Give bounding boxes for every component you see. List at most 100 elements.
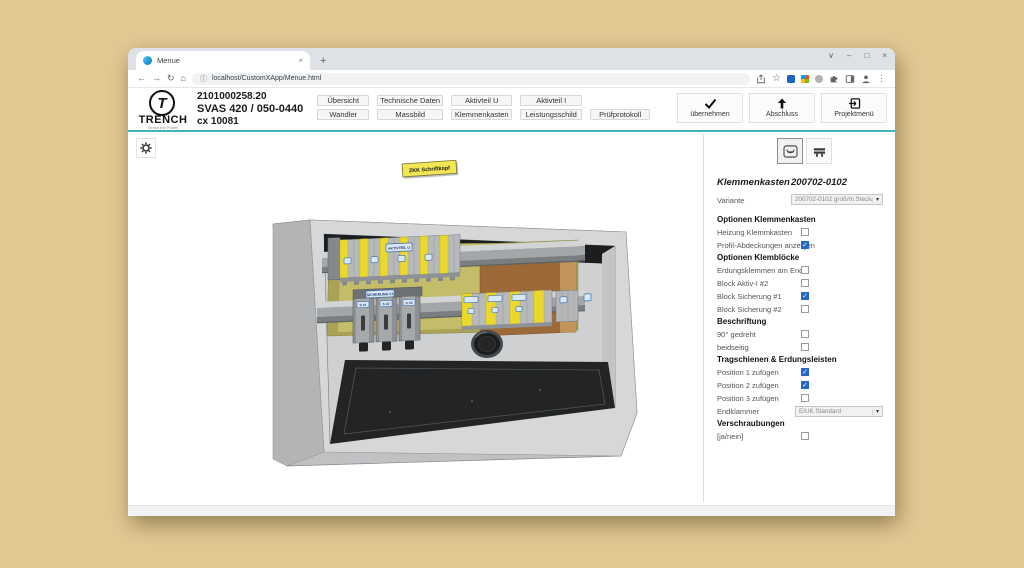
checkbox-position-3-zufügen[interactable] <box>801 394 809 402</box>
option-row-profil-abdeckungen-anzeigen: Profil-Abdeckungen anzeigen✓ <box>717 239 894 252</box>
option-row-position-2-zufügen: Position 2 zufügen ✓ <box>717 379 894 392</box>
chevron-down-icon: ▾ <box>872 197 879 203</box>
extensions-puzzle-icon[interactable] <box>829 74 839 84</box>
section-header-tragschienen-erdungsleisten: Tragschienen & Erdungsleisten <box>717 354 894 366</box>
action-label: übernehmen <box>690 111 729 118</box>
forward-icon[interactable]: → <box>152 74 161 83</box>
nav-button-prüfprotokoll[interactable]: Prüfprotokoll <box>590 109 650 120</box>
option-label: Position 1 zufügen <box>717 368 779 377</box>
header-divider <box>128 130 895 132</box>
option-label: 90° gedreht <box>717 330 756 339</box>
option-row-erdungsklemmen-am-ende: Erdungsklemmen am Ende <box>717 264 894 277</box>
checkbox-block-aktiv-i-#2[interactable] <box>801 279 809 287</box>
abschluss-button[interactable]: Abschluss <box>749 93 815 123</box>
nav-button-technische-daten[interactable]: Technische Daten <box>377 95 443 106</box>
option-label: Block Aktiv-I #2 <box>717 279 768 288</box>
browser-menu-icon[interactable]: ⋮ <box>877 73 886 84</box>
checkbox-block-sicherung-#1[interactable]: ✓ <box>801 292 809 300</box>
cable-grommet <box>473 332 502 357</box>
sidebar-title: Klemmenkasten <box>717 177 791 188</box>
home-icon[interactable]: ⌂ <box>181 74 186 83</box>
section-header-beschriftung: Beschriftung <box>717 316 894 328</box>
settings-button[interactable] <box>136 138 156 158</box>
option-row-beidseitig: beidseitig <box>717 341 894 354</box>
checkbox-ja-nein[interactable] <box>801 432 809 440</box>
variante-dropdown[interactable]: 200702-0102 groß/m.Steck/1xIP54 ▾ <box>791 194 883 205</box>
browser-window: Menue × + ∨ – □ × ← → ↻ ⌂ ⓘ localhost/Cu… <box>128 48 895 516</box>
terminal-view-button[interactable] <box>806 138 832 164</box>
checkbox-erdungsklemmen-am-ende[interactable] <box>801 266 809 274</box>
horizontal-scrollbar[interactable] <box>128 505 895 516</box>
window-maximize-icon[interactable]: □ <box>864 51 869 60</box>
share-icon[interactable] <box>756 74 766 84</box>
option-row-block-sicherung-#2: Block Sicherung #2 <box>717 303 894 316</box>
sidebar-panel-icon[interactable] <box>845 74 855 84</box>
nav-button-übersicht[interactable]: Übersicht <box>317 95 369 106</box>
option-row-block-sicherung-#1: Block Sicherung #1 ✓ <box>717 290 894 303</box>
option-label: Block Sicherung #1 <box>717 292 782 301</box>
browser-tab[interactable]: Menue × <box>136 51 310 70</box>
sidebar-code: 200702-0102 <box>791 177 847 188</box>
checkbox-90-gedreht[interactable] <box>801 330 809 338</box>
site-info-icon[interactable]: ⓘ <box>200 74 207 84</box>
options-sidebar: Klemmenkasten 200702-0102 Variante 20070… <box>704 134 894 504</box>
bookmark-star-icon[interactable]: ☆ <box>772 74 781 84</box>
window-minimize-icon[interactable]: – <box>847 51 851 60</box>
nav-button-wandler[interactable]: Wandler <box>317 109 369 120</box>
terminal-blocks-icon <box>812 145 827 158</box>
extension-circle-icon[interactable] <box>815 75 823 83</box>
sidebar-options: Optionen KlemmenkastenHeizung Klemmkaste… <box>717 214 894 443</box>
action-label: Projektmenü <box>834 111 873 118</box>
nav-button-massbild[interactable]: Massbild <box>377 109 443 120</box>
nav-button-aktivteil-i[interactable]: Aktivteil I <box>520 95 582 106</box>
reload-icon[interactable]: ↻ <box>167 74 175 83</box>
option-label: beidseitig <box>717 343 749 352</box>
checkbox-position-1-zufügen[interactable]: ✓ <box>801 368 809 376</box>
option-row-position-1-zufügen: Position 1 zufügen ✓ <box>717 366 894 379</box>
window-chevron-icon[interactable]: ∨ <box>828 51 834 60</box>
app-header: T TRENCH Sense the Power 2101000258.20 S… <box>128 88 895 130</box>
option-row-90-gedreht: 90° gedreht <box>717 328 894 341</box>
option-label: Position 3 zufügen <box>717 394 779 403</box>
nav-button-aktivteil-u[interactable]: Aktivteil U <box>451 95 512 106</box>
checkbox-beidseitig[interactable] <box>801 343 809 351</box>
enclosure-view-button[interactable] <box>777 138 803 164</box>
option-label: Position 2 zufügen <box>717 381 779 390</box>
enclosure-view-icon <box>783 145 798 158</box>
option-row-block-aktiv-i-#2: Block Aktiv-I #2 <box>717 277 894 290</box>
option-label: Erdungsklemmen am Ende <box>717 266 807 275</box>
fuse-label: S #3 <box>406 301 413 305</box>
checkbox-heizung-klemmkasten[interactable] <box>801 228 809 236</box>
address-bar[interactable]: ⓘ localhost/CustomXApp/Menue.html <box>192 73 750 85</box>
product-cx: cx 10081 <box>197 117 303 127</box>
option-label: Heizung Klemmkasten <box>717 228 792 237</box>
end-clip <box>584 294 591 301</box>
uebernehmen-button[interactable]: übernehmen <box>677 93 743 123</box>
check-icon <box>704 98 717 109</box>
nav-button-leistungsschild[interactable]: Leistungsschild <box>520 109 582 120</box>
fuse-label: S #2 <box>383 302 390 306</box>
tab-strip: Menue × + ∨ – □ × <box>128 48 895 70</box>
projektmenu-button[interactable]: Projektmenü <box>821 93 887 123</box>
option-row-ja-nein: [ja/nein] <box>717 430 894 443</box>
app-page: T TRENCH Sense the Power 2101000258.20 S… <box>128 88 895 516</box>
profile-avatar-icon[interactable] <box>861 74 871 84</box>
option-row-position-3-zufügen: Position 3 zufügen <box>717 392 894 405</box>
extension-badge-icon[interactable] <box>787 75 795 83</box>
nav-button-klemmenkasten[interactable]: Klemmenkasten <box>451 109 512 120</box>
back-icon[interactable]: ← <box>137 74 146 83</box>
windows-extension-icon[interactable] <box>801 75 809 83</box>
dropdown-endklammer[interactable]: E/UK Standard▾ <box>795 406 883 417</box>
product-type: SVAS 420 / 050-0440 <box>197 104 303 115</box>
checkbox-position-2-zufügen[interactable]: ✓ <box>801 381 809 389</box>
window-close-icon[interactable]: × <box>882 51 887 60</box>
variante-label: Variante <box>717 196 744 205</box>
tab-close-icon[interactable]: × <box>298 56 303 65</box>
new-tab-button[interactable]: + <box>320 55 326 70</box>
sticker-label[interactable]: ZKK Schriftkopf <box>402 160 458 179</box>
3d-viewport[interactable]: AKTIVTEIL U <box>240 160 660 470</box>
checkbox-profil-abdeckungen-anzeigen[interactable]: ✓ <box>801 241 809 249</box>
section-header-verschraubungen: Verschraubungen <box>717 418 894 430</box>
option-row-heizung-klemmkasten: Heizung Klemmkasten <box>717 226 894 239</box>
checkbox-block-sicherung-#2[interactable] <box>801 305 809 313</box>
